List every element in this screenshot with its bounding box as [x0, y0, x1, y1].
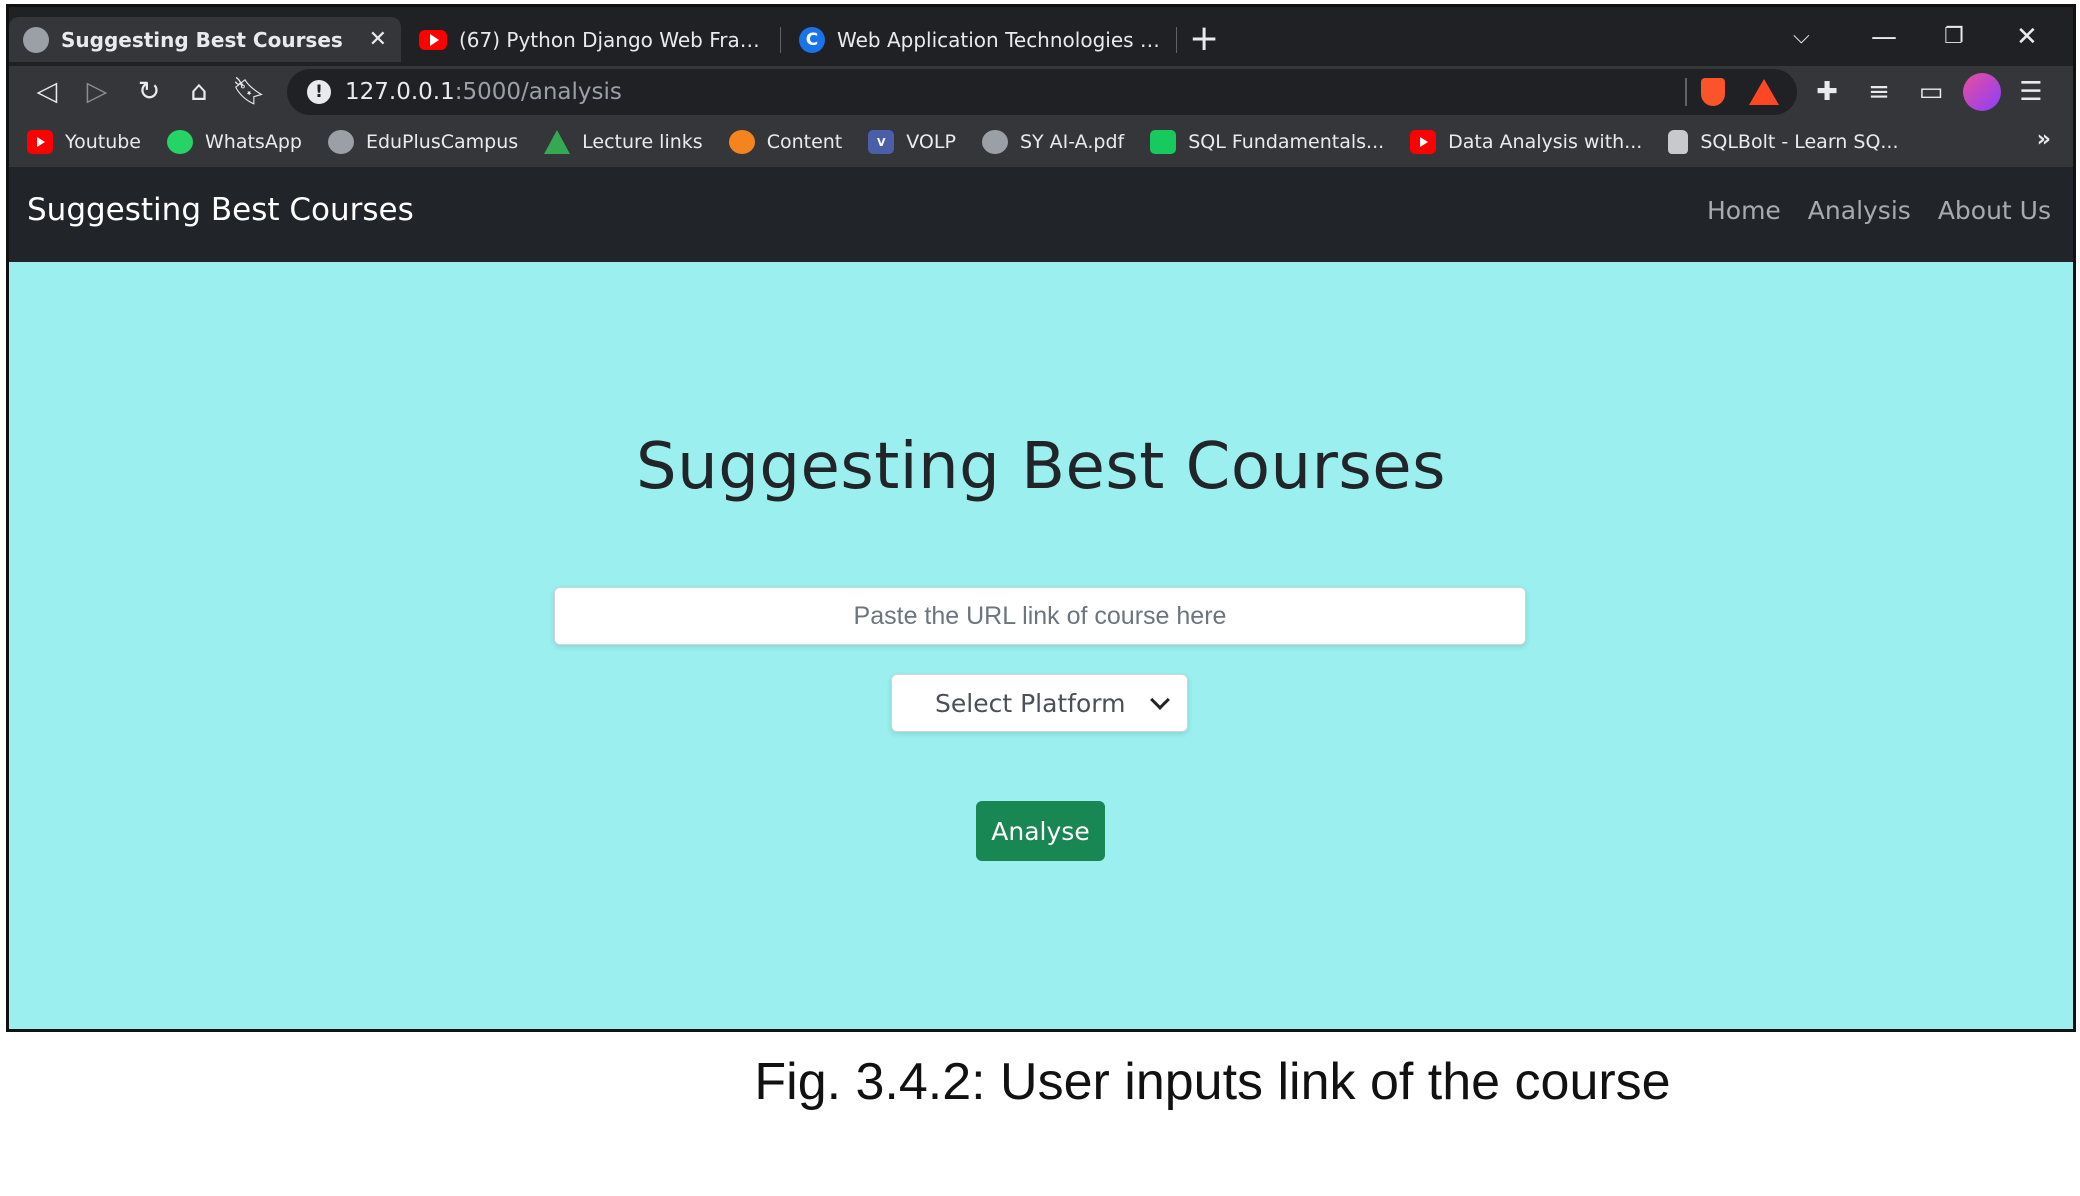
nav-link-analysis[interactable]: Analysis [1808, 196, 1911, 225]
browser-toolbar: ◁ ▷ ↻ ⌂ 🔖︎ ! 127.0.0.1:5000/analysis ✚ ≡… [9, 66, 2073, 117]
extensions-icon[interactable]: ✚ [1809, 74, 1845, 110]
bookmark-label: WhatsApp [205, 131, 302, 153]
globe-icon [23, 26, 49, 53]
nav-links: Home Analysis About Us [1680, 196, 2051, 225]
bookmark-icon[interactable]: 🔖︎ [231, 74, 267, 110]
content-icon [728, 130, 755, 154]
bookmark-whatsapp[interactable]: WhatsApp [167, 130, 302, 154]
youtube-icon [419, 29, 447, 50]
chevron-down-icon [1150, 690, 1170, 710]
info-icon[interactable]: ! [307, 80, 331, 104]
browser-window: Suggesting Best Courses ✕ (67) Python Dj… [6, 4, 2076, 1032]
close-window-icon[interactable]: ✕ [2016, 19, 2038, 55]
youtube-icon [1410, 130, 1437, 154]
restore-icon[interactable]: ❐ [1944, 19, 1964, 55]
bookmark-content[interactable]: Content [728, 130, 843, 154]
nav-link-home[interactable]: Home [1707, 196, 1781, 225]
wallet-icon[interactable]: ▭ [1913, 74, 1949, 110]
bookmark-label: Lecture links [582, 131, 703, 153]
minimize-icon[interactable]: — [1871, 19, 1897, 55]
analyse-button[interactable]: Analyse [976, 801, 1105, 861]
bookmark-label: SY AI-A.pdf [1019, 131, 1125, 153]
close-icon[interactable]: ✕ [369, 27, 387, 52]
bookmark-youtube[interactable]: Youtube [27, 130, 141, 154]
platform-select-label: Select Platform [935, 688, 1126, 718]
platform-select[interactable]: Select Platform [891, 674, 1188, 732]
url-text[interactable]: 127.0.0.1:5000/analysis [345, 79, 622, 105]
bookmark-label: Data Analysis with... [1448, 131, 1643, 153]
volp-icon: V [868, 130, 895, 154]
globe-icon [327, 130, 354, 154]
address-bar[interactable]: ! 127.0.0.1:5000/analysis [287, 69, 1797, 115]
tab-title: Suggesting Best Courses [61, 27, 343, 52]
brave-shield-icon[interactable] [1701, 78, 1725, 106]
bookmark-label: SQL Fundamentals... [1188, 131, 1385, 153]
bookmarks-bar: Youtube WhatsApp EduPlusCampus Lecture l… [9, 117, 2073, 167]
bookmark-label: SQLBolt - Learn SQ... [1700, 131, 1899, 153]
main-content: Suggesting Best Courses Select Platform … [9, 262, 2073, 1029]
figure-caption: Fig. 3.4.2: User inputs link of the cour… [754, 1053, 1671, 1111]
address-divider [1685, 78, 1687, 106]
tree-icon [544, 130, 571, 154]
whatsapp-icon [167, 130, 193, 154]
bookmark-sy-ai-pdf[interactable]: SY AI-A.pdf [981, 130, 1125, 154]
app-navbar: Suggesting Best Courses Home Analysis Ab… [9, 167, 2073, 262]
new-tab-plus-icon[interactable]: + [1189, 19, 1219, 59]
brave-rewards-icon[interactable] [1749, 79, 1779, 105]
database-icon [1668, 130, 1689, 154]
menu-icon[interactable]: ☰ [2013, 74, 2049, 110]
tab-suggesting-best-courses[interactable]: Suggesting Best Courses ✕ [9, 17, 401, 62]
tab-title: (67) Python Django Web Framework - [459, 27, 761, 52]
bookmark-data-analysis[interactable]: Data Analysis with... [1410, 130, 1642, 154]
tab-divider [1176, 27, 1177, 53]
nav-link-about-us[interactable]: About Us [1938, 196, 2051, 225]
youtube-icon [27, 130, 53, 154]
bookmark-label: EduPlusCampus [365, 131, 519, 153]
bookmark-label: Youtube [65, 131, 141, 153]
playlist-icon[interactable]: ≡ [1861, 74, 1897, 110]
navbar-brand[interactable]: Suggesting Best Courses [27, 192, 414, 228]
home-icon[interactable]: ⌂ [181, 74, 217, 110]
bookmark-sqlbolt[interactable]: SQLBolt - Learn SQ... [1668, 130, 1899, 154]
tab-python-django[interactable]: (67) Python Django Web Framework - [405, 17, 775, 62]
datacamp-icon [1150, 130, 1177, 154]
bookmark-edupluscampus[interactable]: EduPlusCampus [327, 130, 519, 154]
forward-icon[interactable]: ▷ [79, 74, 115, 110]
chevron-double-right-icon[interactable]: » [2037, 127, 2051, 152]
bookmark-lecture-links[interactable]: Lecture links [544, 130, 703, 154]
tab-divider [780, 27, 781, 53]
tab-search-chevron-icon[interactable]: ⌵ [1793, 19, 1810, 55]
tab-strip: Suggesting Best Courses ✕ (67) Python Dj… [9, 7, 2073, 66]
profile-avatar[interactable] [1963, 73, 2001, 111]
bookmark-sql-fundamentals[interactable]: SQL Fundamentals... [1150, 130, 1384, 154]
url-host: 127.0.0.1 [345, 79, 455, 105]
page-title: Suggesting Best Courses [636, 430, 1446, 504]
tab-title: Web Application Technologies and Dja [837, 27, 1161, 52]
course-url-input[interactable] [554, 587, 1526, 645]
back-icon[interactable]: ◁ [29, 74, 65, 110]
url-path: :5000/analysis [454, 79, 622, 105]
bookmark-volp[interactable]: V VOLP [868, 130, 956, 154]
reload-icon[interactable]: ↻ [131, 74, 167, 110]
coursera-icon: C [799, 26, 825, 53]
bookmark-label: Content [766, 131, 843, 153]
globe-icon [981, 130, 1008, 154]
bookmark-label: VOLP [906, 131, 956, 153]
tab-web-application-technologies[interactable]: C Web Application Technologies and Dja [785, 17, 1175, 62]
